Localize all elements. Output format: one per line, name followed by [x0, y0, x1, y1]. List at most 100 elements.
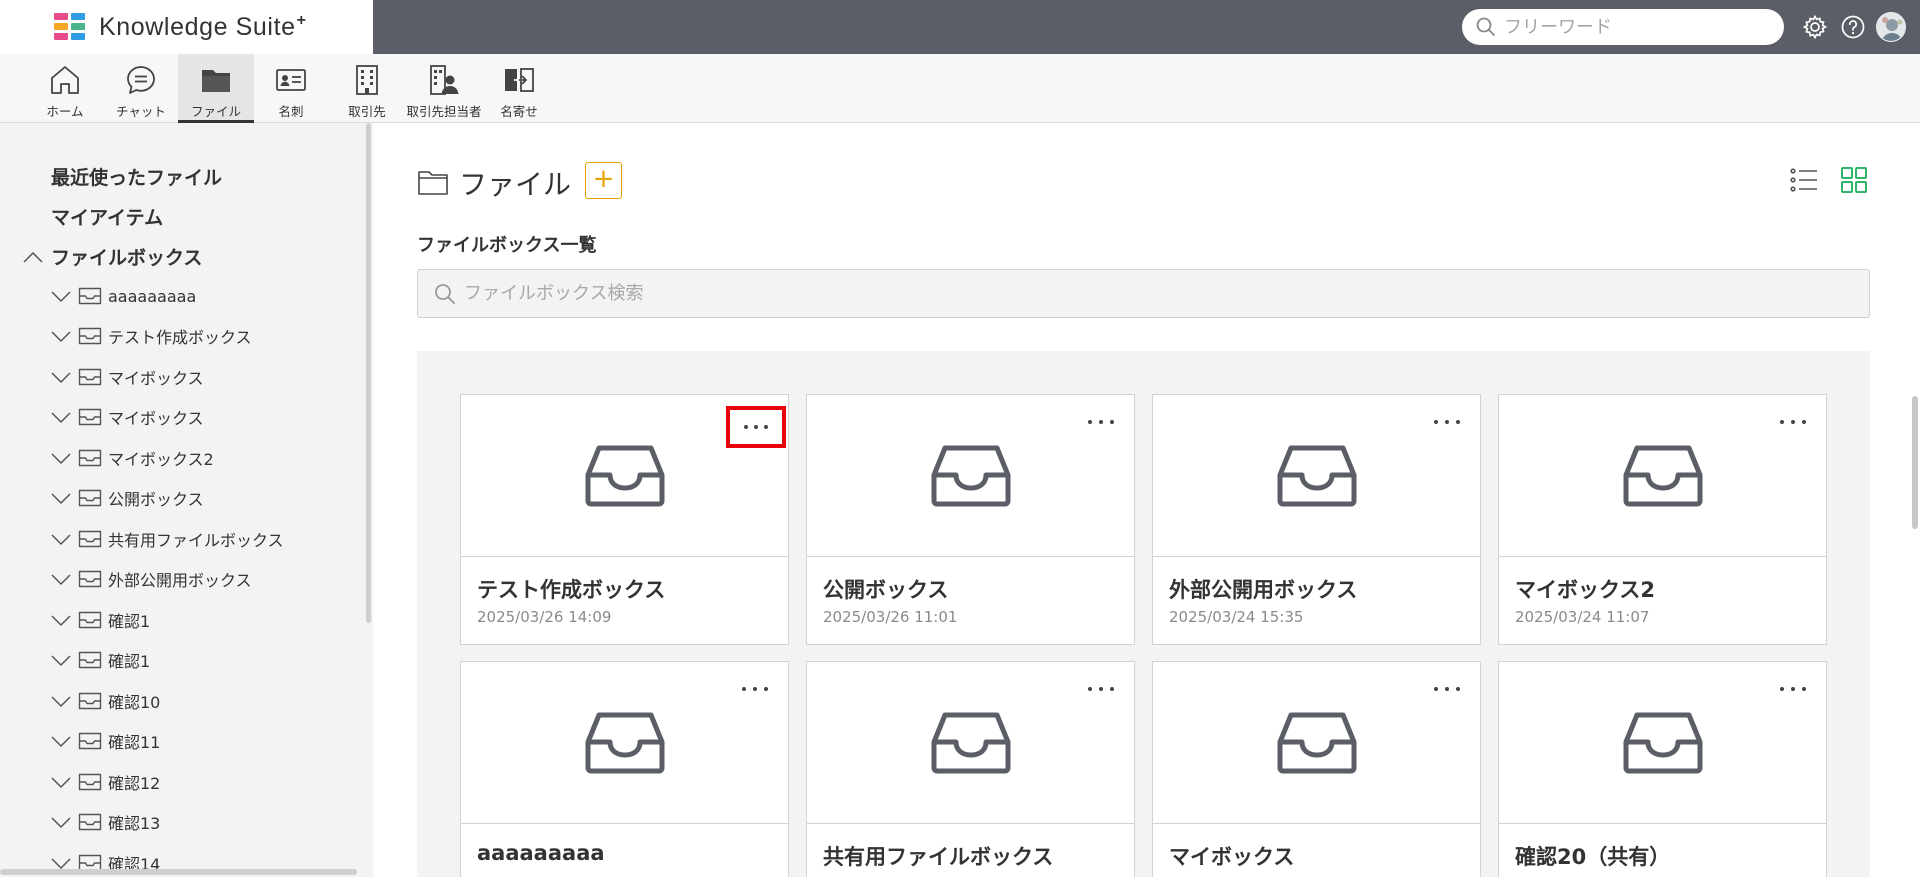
- more-options-button[interactable]: [1088, 415, 1114, 429]
- sidebar-box-item[interactable]: 共有用ファイルボックス: [50, 526, 284, 552]
- sidebar-box-item[interactable]: 確認13: [50, 809, 160, 835]
- nav-file[interactable]: ファイル: [178, 54, 254, 123]
- chevron-down-icon[interactable]: [50, 532, 72, 546]
- global-search[interactable]: [1462, 9, 1784, 45]
- more-options-button[interactable]: [1434, 682, 1460, 696]
- chevron-down-icon[interactable]: [50, 289, 72, 303]
- nav-home[interactable]: ホーム: [40, 54, 90, 123]
- nav-merge[interactable]: 名寄せ: [494, 54, 544, 123]
- main-vertical-scrollbar[interactable]: [1912, 396, 1918, 529]
- more-options-button[interactable]: [1780, 415, 1806, 429]
- sidebar-box-item[interactable]: 確認10: [50, 688, 160, 714]
- sidebar-box-item[interactable]: 確認12: [50, 769, 160, 795]
- inbox-tray-icon: [78, 692, 102, 710]
- chevron-up-icon[interactable]: [22, 250, 44, 264]
- help-icon[interactable]: [1838, 12, 1868, 42]
- more-options-button[interactable]: [1434, 415, 1460, 429]
- chevron-down-icon[interactable]: [50, 491, 72, 505]
- chevron-down-icon[interactable]: [50, 613, 72, 627]
- card-thumbnail: [1499, 395, 1826, 557]
- inbox-tray-icon: [78, 773, 102, 791]
- chevron-down-icon[interactable]: [50, 653, 72, 667]
- top-bar: Knowledge Suite+: [0, 0, 1920, 54]
- nav-contact-person[interactable]: 取引先担当者: [402, 54, 486, 123]
- inbox-tray-icon: [78, 489, 102, 507]
- sidebar-box-item[interactable]: マイボックス2: [50, 445, 214, 471]
- sidebar-box-label: マイボックス2: [108, 450, 214, 469]
- chevron-down-icon[interactable]: [50, 370, 72, 384]
- list-view-icon[interactable]: [1789, 165, 1819, 195]
- sidebar-box-item[interactable]: テスト作成ボックス: [50, 323, 252, 349]
- logo[interactable]: Knowledge Suite+: [0, 0, 373, 54]
- nav-merge-label: 名寄せ: [500, 104, 538, 119]
- more-options-button[interactable]: [742, 682, 768, 696]
- file-box-card[interactable]: 確認20（共有）: [1498, 661, 1827, 877]
- card-title: テスト作成ボックス: [477, 578, 666, 602]
- chevron-down-icon[interactable]: [50, 856, 72, 870]
- inbox-tray-icon: [931, 445, 1010, 506]
- sidebar-recent-files[interactable]: 最近使ったファイル: [51, 163, 222, 190]
- file-box-card[interactable]: 公開ボックス 2025/03/26 11:01: [806, 394, 1135, 645]
- chevron-down-icon[interactable]: [50, 451, 72, 465]
- card-thumbnail: [807, 662, 1134, 824]
- add-file-box-button[interactable]: +: [585, 162, 622, 199]
- nav-business-card[interactable]: 名刺: [268, 54, 314, 123]
- card-date: 2025/03/24 15:35: [1169, 608, 1304, 626]
- chevron-down-icon[interactable]: [50, 410, 72, 424]
- sidebar-box-item[interactable]: マイボックス: [50, 364, 204, 390]
- page-title: ファイル: [459, 168, 572, 201]
- card-date: 2025/03/26 14:09: [477, 608, 612, 626]
- inbox-tray-icon: [931, 712, 1010, 773]
- sidebar-file-boxes[interactable]: ファイルボックス: [51, 243, 202, 270]
- sidebar-box-item[interactable]: 外部公開用ボックス: [50, 566, 252, 592]
- file-box-search[interactable]: [417, 269, 1870, 318]
- page-header: ファイル: [417, 163, 571, 203]
- file-box-card[interactable]: テスト作成ボックス 2025/03/26 14:09: [460, 394, 789, 645]
- card-title: マイボックス: [1169, 845, 1295, 869]
- home-icon: [51, 66, 79, 94]
- chevron-down-icon[interactable]: [50, 572, 72, 586]
- sidebar-box-label: 公開ボックス: [108, 490, 204, 509]
- card-thumbnail: [461, 662, 788, 824]
- sidebar-box-item[interactable]: aaaaaaaaa: [50, 283, 196, 309]
- sidebar-box-item[interactable]: 確認1: [50, 607, 150, 633]
- sidebar-box-label: 確認1: [108, 652, 151, 671]
- app-nav-toolbar: ホーム チャット ファイル 名刺 取引先 取引先担当者 名寄せ: [0, 54, 1920, 123]
- sidebar-my-items[interactable]: マイアイテム: [51, 203, 163, 230]
- sidebar-box-item[interactable]: マイボックス: [50, 404, 204, 430]
- card-title: aaaaaaaaa: [477, 841, 605, 865]
- file-box-card[interactable]: aaaaaaaaa: [460, 661, 789, 877]
- file-box-card[interactable]: マイボックス2 2025/03/24 11:07: [1498, 394, 1827, 645]
- card-thumbnail: [1153, 662, 1480, 824]
- sidebar-box-item[interactable]: 公開ボックス: [50, 485, 204, 511]
- file-box-card[interactable]: 共有用ファイルボックス: [806, 661, 1135, 877]
- sidebar-box-item[interactable]: 確認11: [50, 728, 160, 754]
- more-options-button[interactable]: [1780, 682, 1806, 696]
- grid-view-icon[interactable]: [1839, 165, 1869, 195]
- inbox-tray-icon: [78, 813, 102, 831]
- sidebar: 最近使ったファイル マイアイテム ファイルボックス aaaaaaaaa テスト作…: [0, 123, 373, 877]
- global-search-input[interactable]: [1504, 16, 1764, 38]
- sidebar-vertical-scrollbar[interactable]: [366, 123, 371, 623]
- more-options-button[interactable]: [726, 406, 786, 448]
- sidebar-box-label: 外部公開用ボックス: [108, 571, 252, 590]
- nav-company[interactable]: 取引先: [345, 54, 389, 123]
- card-title: 共有用ファイルボックス: [823, 845, 1054, 869]
- file-box-card[interactable]: マイボックス: [1152, 661, 1481, 877]
- chevron-down-icon[interactable]: [50, 329, 72, 343]
- chevron-down-icon[interactable]: [50, 815, 72, 829]
- sidebar-horizontal-scrollbar[interactable]: [0, 869, 357, 875]
- card-title: マイボックス2: [1515, 578, 1655, 602]
- settings-gear-icon[interactable]: [1800, 12, 1830, 42]
- more-options-button[interactable]: [1088, 682, 1114, 696]
- file-box-search-input[interactable]: [464, 283, 1844, 304]
- inbox-tray-icon: [78, 530, 102, 548]
- file-box-card[interactable]: 外部公開用ボックス 2025/03/24 15:35: [1152, 394, 1481, 645]
- chevron-down-icon[interactable]: [50, 734, 72, 748]
- nav-chat-label: チャット: [116, 104, 166, 119]
- nav-chat[interactable]: チャット: [110, 54, 172, 123]
- user-avatar[interactable]: [1876, 12, 1906, 42]
- chevron-down-icon[interactable]: [50, 694, 72, 708]
- chevron-down-icon[interactable]: [50, 775, 72, 789]
- sidebar-box-item[interactable]: 確認1: [50, 647, 150, 673]
